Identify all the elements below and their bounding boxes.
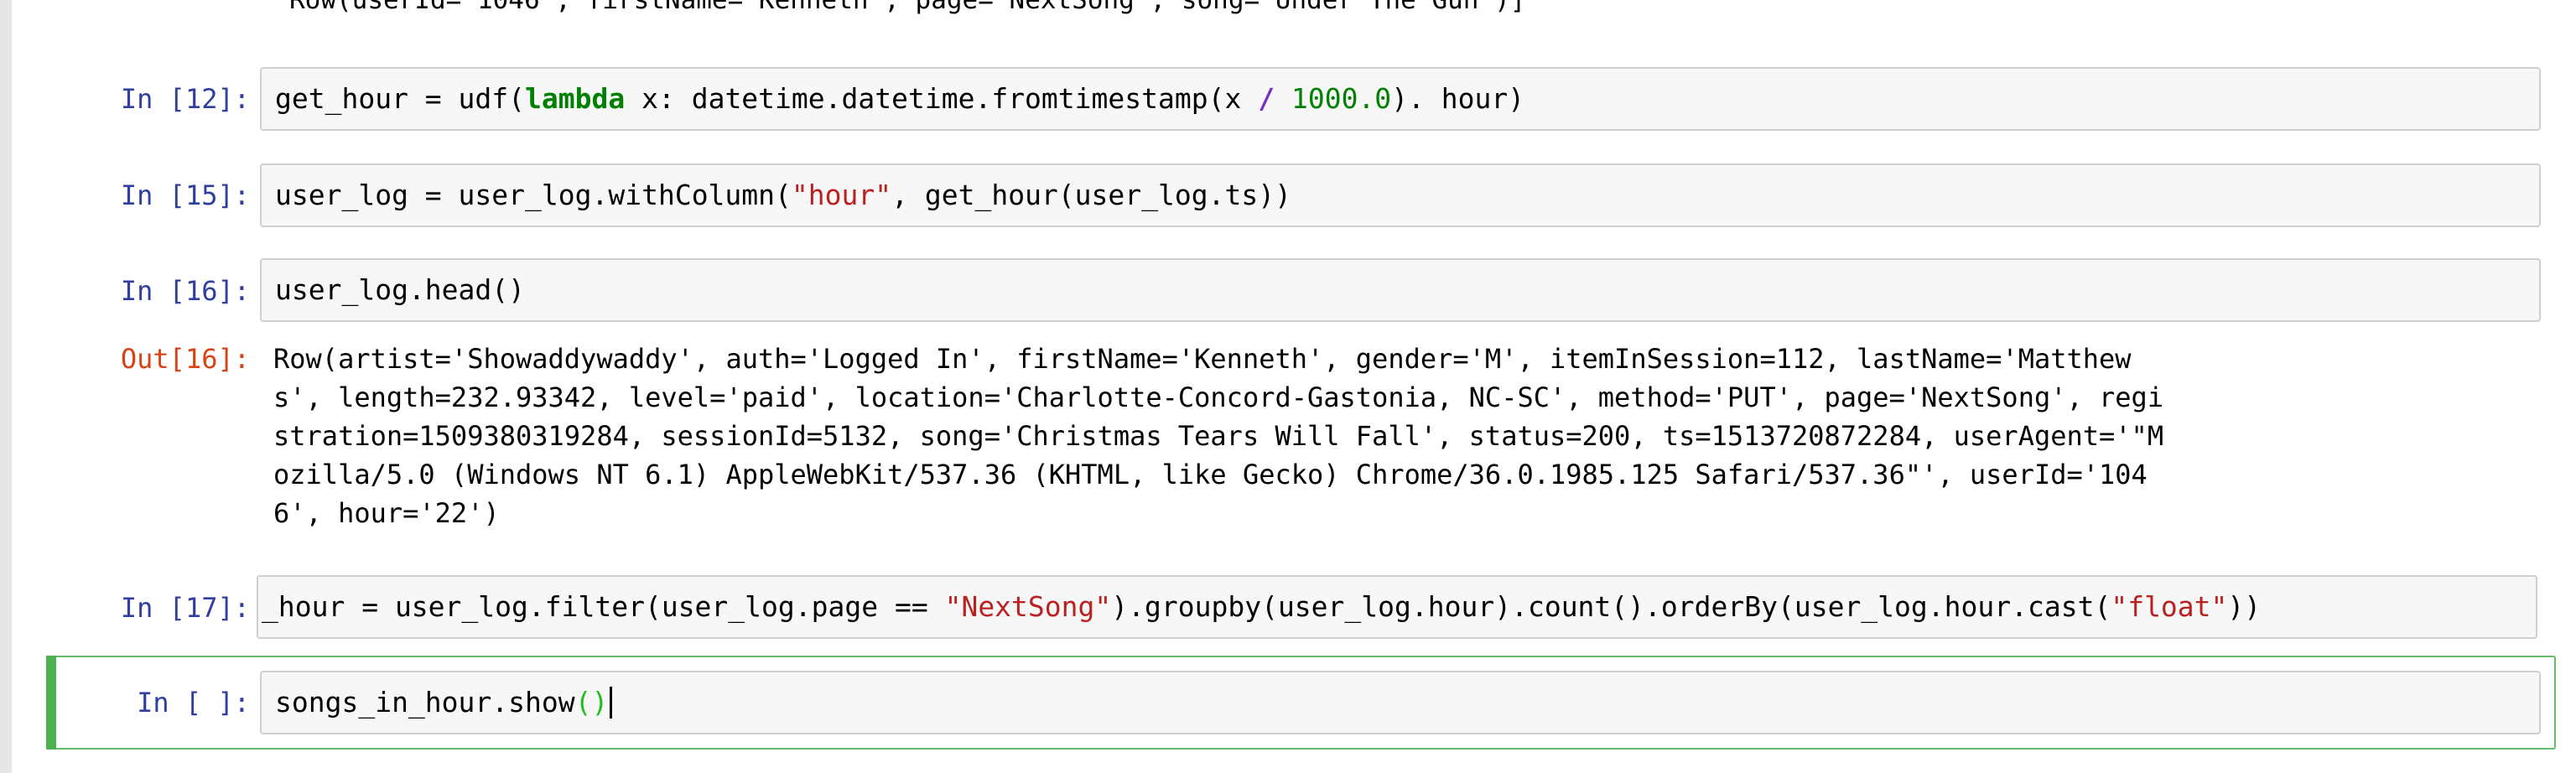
left-gutter xyxy=(0,0,12,773)
cell-prompt-15: In [15]: xyxy=(120,179,250,211)
code-cell-17[interactable]: _hour = user_log.filter(user_log.page ==… xyxy=(257,575,2537,639)
cell-prompt-17: In [17]: xyxy=(120,592,250,624)
cell-prompt-empty: In [ ]: xyxy=(137,687,250,719)
code-cell-15[interactable]: user_log = user_log.withColumn("hour", g… xyxy=(260,163,2541,227)
code-line: _hour = user_log.filter(user_log.page ==… xyxy=(262,590,2262,623)
previous-cell-output: Row(userId='1046', firstName='Kenneth', … xyxy=(289,0,1526,15)
code-line: user_log.head() xyxy=(275,273,526,306)
code-line: get_hour = udf(lambda x: datetime.dateti… xyxy=(275,82,1525,115)
output-line: Row(artist='Showaddywaddy', auth='Logged… xyxy=(273,343,2132,375)
cell-prompt-12: In [12]: xyxy=(120,83,250,115)
output-line: s', length=232.93342, level='paid', loca… xyxy=(273,381,2164,413)
output-line: 6', hour='22') xyxy=(273,497,500,529)
cell-prompt-16: In [16]: xyxy=(120,275,250,307)
output-prompt-16: Out[16]: xyxy=(120,343,250,375)
output-line: ozilla/5.0 (Windows NT 6.1) AppleWebKit/… xyxy=(273,459,2148,490)
code-cell-12[interactable]: get_hour = udf(lambda x: datetime.dateti… xyxy=(260,67,2541,131)
notebook-page: Row(userId='1046', firstName='Kenneth', … xyxy=(0,0,2576,773)
output-line: stration=1509380319284, sessionId=5132, … xyxy=(273,420,2164,452)
code-cell-active[interactable]: songs_in_hour.show() xyxy=(260,671,2541,734)
code-line: user_log = user_log.withColumn("hour", g… xyxy=(275,179,1291,211)
code-cell-16[interactable]: user_log.head() xyxy=(260,258,2541,322)
text-cursor xyxy=(610,687,613,719)
code-line: songs_in_hour.show() xyxy=(275,686,613,719)
cell-output-16: Row(artist='Showaddywaddy', auth='Logged… xyxy=(273,340,2163,532)
